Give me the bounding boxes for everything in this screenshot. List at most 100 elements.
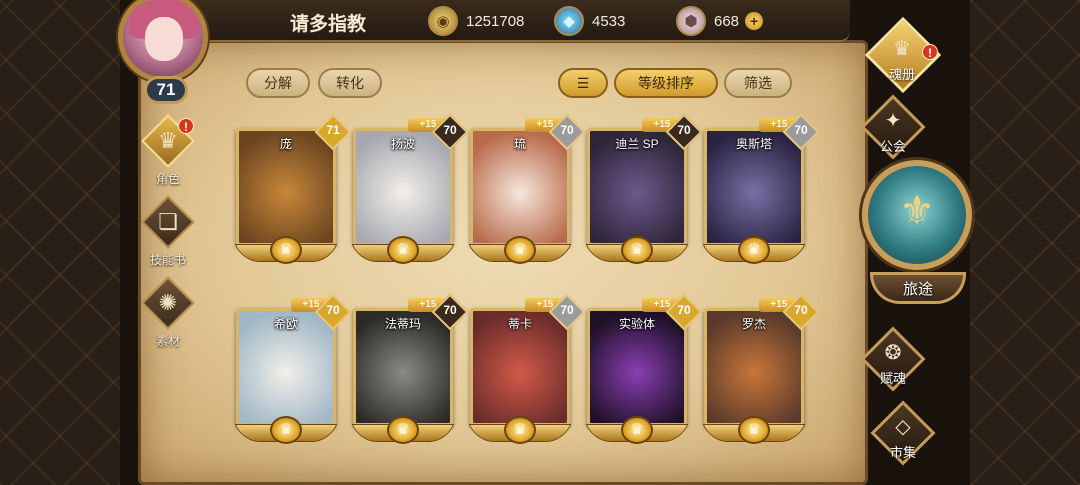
hero-card[interactable]: 琉 +15 70 ♛ bbox=[468, 113, 586, 266]
gold-value: 1251708 bbox=[466, 12, 525, 30]
hero-name: 实验体 bbox=[618, 317, 655, 331]
player-avatar[interactable]: 71 bbox=[108, 0, 224, 104]
add-currency-button[interactable]: + bbox=[745, 12, 764, 30]
crown-icon: ♛ bbox=[621, 416, 653, 444]
hero-card-frame: 法蒂玛 bbox=[353, 308, 453, 426]
hero-card[interactable]: 罗杰 +15 70 ♛ bbox=[702, 293, 820, 446]
nav-guild-label: 公会 bbox=[879, 139, 906, 154]
star-rank-emblem: ♛ bbox=[468, 416, 572, 446]
hero-card[interactable]: 扬波 +15 70 ♛ bbox=[351, 113, 469, 266]
hero-card-frame: 蒂卡 bbox=[470, 308, 570, 426]
hero-name: 蒂卡 bbox=[507, 317, 532, 331]
sort-by-level-button[interactable]: 等级排序 bbox=[614, 68, 718, 98]
hero-card-frame: 奥斯塔 bbox=[704, 128, 804, 246]
hero-name: 奥斯塔 bbox=[735, 137, 772, 151]
star-rank-emblem: ♛ bbox=[702, 236, 806, 266]
hero-level: 70 bbox=[560, 123, 574, 137]
journey-label: 旅途 bbox=[902, 281, 933, 298]
nav-guild[interactable]: ✦ 公会 bbox=[848, 94, 938, 168]
hero-card-frame: 希欧 bbox=[236, 308, 336, 426]
blue-crystal-icon: ◆ bbox=[554, 6, 584, 36]
sort-order-button[interactable]: ☰ bbox=[558, 68, 608, 98]
nav-skill-book[interactable]: ❏ 技能书 bbox=[136, 195, 200, 271]
hero-name: 罗杰 bbox=[741, 317, 766, 331]
skill-book-icon: ❏ bbox=[158, 209, 178, 234]
stone-currency: ⬢ 668 + bbox=[676, 6, 764, 36]
left-frame bbox=[0, 0, 120, 485]
crystal-value: 4533 bbox=[592, 12, 626, 30]
crown-icon: ♛ bbox=[738, 236, 770, 264]
hero-card-frame: 琉 bbox=[470, 128, 570, 246]
hero-card-frame: 罗杰 bbox=[704, 308, 804, 426]
star-rank-emblem: ♛ bbox=[351, 236, 455, 266]
market-icon: ◇ bbox=[895, 416, 911, 438]
guild-icon: ✦ bbox=[884, 110, 902, 132]
hero-level: 70 bbox=[443, 123, 457, 137]
avatar-face bbox=[145, 17, 183, 61]
crown-icon: ♛ bbox=[387, 236, 419, 264]
star-rank-emblem: ♛ bbox=[468, 236, 572, 266]
hero-name: 琉 bbox=[513, 137, 526, 151]
nav-soul-book[interactable]: ♛ ! 魂册 bbox=[852, 16, 952, 102]
convert-button[interactable]: 转化 bbox=[318, 68, 382, 98]
hero-card[interactable]: 蒂卡 +15 70 ♛ bbox=[468, 293, 586, 446]
hero-card[interactable]: 迪兰 SP +15 70 ♛ bbox=[585, 113, 703, 266]
hero-name: 扬波 bbox=[390, 137, 415, 151]
journey-emblem-icon: ⚜ bbox=[899, 189, 935, 233]
nav-market-label: 市集 bbox=[889, 445, 916, 460]
hero-card-frame: 迪兰 SP bbox=[587, 128, 687, 246]
filter-button[interactable]: 筛选 bbox=[724, 68, 792, 98]
nav-soul-gift[interactable]: ❂ 赋魂 bbox=[848, 326, 938, 400]
crown-icon: ♛ bbox=[504, 236, 536, 264]
left-nav: ♛ ! 角色 ❏ 技能书 ✺ 素材 bbox=[136, 114, 202, 361]
right-frame bbox=[970, 0, 1080, 485]
hero-level: 70 bbox=[794, 303, 808, 317]
stone-value: 668 bbox=[714, 12, 740, 30]
hero-name: 法蒂玛 bbox=[384, 317, 421, 331]
nav-soul-gift-label: 赋魂 bbox=[879, 371, 906, 386]
nav-soul-book-label: 魂册 bbox=[888, 67, 915, 82]
crown-icon: ♛ bbox=[270, 416, 302, 444]
decompose-button[interactable]: 分解 bbox=[246, 68, 310, 98]
crown-icon: ♛ bbox=[621, 236, 653, 264]
alert-icon: ! bbox=[178, 118, 194, 134]
hero-name: 庞 bbox=[279, 137, 292, 151]
hero-card[interactable]: 实验体 +15 70 ♛ bbox=[585, 293, 703, 446]
gold-coin-icon: ◉ bbox=[428, 6, 458, 36]
pink-stone-icon: ⬢ bbox=[676, 6, 706, 36]
hero-level: 70 bbox=[794, 123, 808, 137]
nav-material-label: 素材 bbox=[155, 334, 180, 348]
hero-level: 70 bbox=[326, 303, 340, 317]
hero-card-frame: 实验体 bbox=[587, 308, 687, 426]
hero-level: 70 bbox=[677, 303, 691, 317]
hero-card[interactable]: 庞 71 ♛ bbox=[234, 113, 352, 266]
hero-card-frame: 庞 bbox=[236, 128, 336, 246]
crown-icon: ♛ bbox=[270, 236, 302, 264]
hero-card[interactable]: 法蒂玛 +15 70 ♛ bbox=[351, 293, 469, 446]
sort-icon: ☰ bbox=[576, 75, 590, 91]
player-name: 请多指教 bbox=[290, 14, 367, 35]
star-rank-emblem: ♛ bbox=[585, 236, 689, 266]
crown-icon: ♛ bbox=[387, 416, 419, 444]
star-rank-emblem: ♛ bbox=[702, 416, 806, 446]
alert-icon: ! bbox=[922, 44, 938, 60]
star-rank-emblem: ♛ bbox=[234, 236, 338, 266]
gold-currency: ◉ 1251708 bbox=[428, 6, 524, 36]
journey-button[interactable]: ⚜ 旅途 bbox=[856, 160, 974, 318]
hero-name: 希欧 bbox=[273, 317, 298, 331]
hero-level: 70 bbox=[443, 303, 457, 317]
crown-icon: ♛ bbox=[504, 416, 536, 444]
nav-character[interactable]: ♛ ! 角色 bbox=[136, 114, 200, 190]
material-icon: ✺ bbox=[158, 290, 178, 315]
soul-gift-icon: ❂ bbox=[884, 342, 902, 364]
nav-material[interactable]: ✺ 素材 bbox=[136, 276, 200, 352]
hero-level: 71 bbox=[326, 123, 340, 137]
hero-level: 70 bbox=[677, 123, 691, 137]
hero-card[interactable]: 奥斯塔 +15 70 ♛ bbox=[702, 113, 820, 266]
hero-card[interactable]: 希欧 +15 70 ♛ bbox=[234, 293, 352, 446]
crown-icon: ♛ bbox=[738, 416, 770, 444]
star-rank-emblem: ♛ bbox=[234, 416, 338, 446]
avatar-portrait bbox=[118, 0, 208, 82]
hero-level: 70 bbox=[560, 303, 574, 317]
nav-market[interactable]: ◇ 市集 bbox=[858, 400, 948, 474]
